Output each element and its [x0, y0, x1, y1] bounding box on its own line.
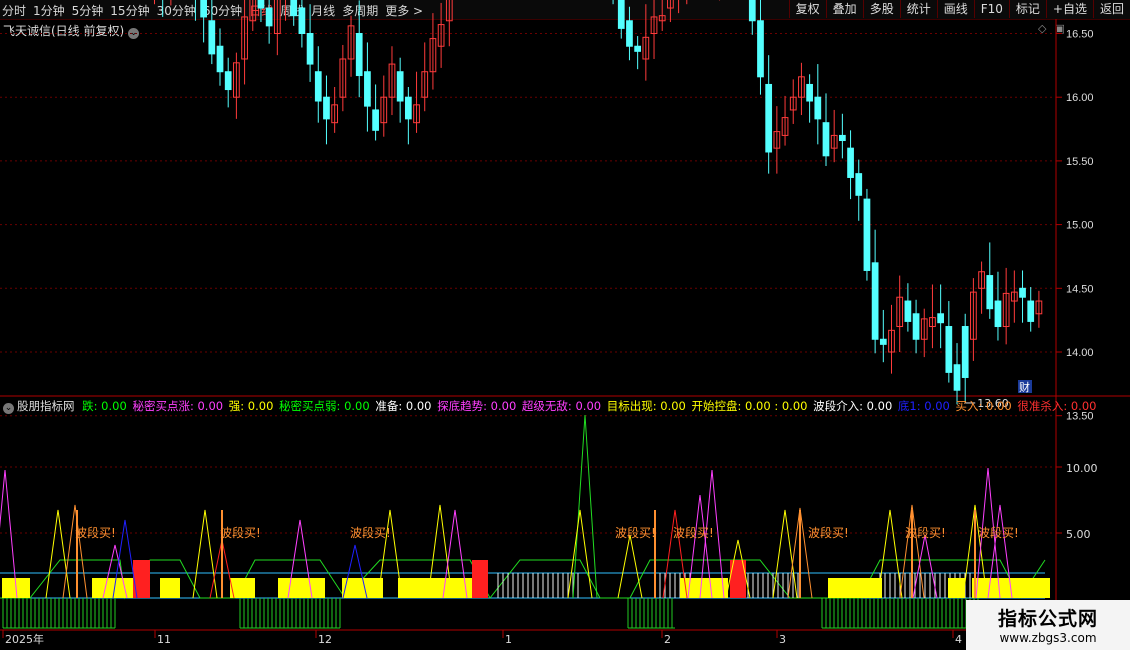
watermark-title: 指标公式网 [997, 608, 1098, 630]
candle-body [879, 338, 887, 345]
candle-body [290, 0, 298, 17]
signal-label: 波段买! [673, 525, 714, 540]
candle-body [871, 262, 879, 340]
candle-body [953, 364, 961, 391]
price-label: 15.50 [1066, 156, 1094, 168]
date-label: 4 [955, 633, 962, 646]
date-label: 12 [318, 633, 332, 646]
candle-body [1027, 300, 1035, 322]
yellow-block [828, 578, 882, 598]
date-label: 2 [664, 633, 671, 646]
indicator-spike [62, 504, 88, 599]
candle-body [634, 45, 642, 52]
indicator-field: 买入: 0.00 [951, 399, 1012, 413]
candle-body [216, 45, 224, 73]
price-label: 14.50 [1066, 283, 1094, 295]
price-label: 16.50 [1066, 29, 1094, 41]
red-block [472, 560, 488, 598]
indicator-field: 开始控盘: 0.00 : 0.00 [687, 399, 808, 413]
candle-body [306, 33, 314, 65]
candle-body [961, 326, 969, 378]
signal-label: 波段买! [350, 525, 391, 540]
candle-body [855, 173, 863, 196]
yellow-block [398, 578, 480, 598]
candle-body [617, 0, 625, 29]
candle-body [224, 71, 232, 91]
date-label: 11 [157, 633, 171, 646]
candle-body [806, 83, 813, 102]
indicator-field: 超级无敌: 0.00 [518, 399, 602, 413]
candle-body [904, 300, 912, 322]
indicator-spike [617, 534, 643, 599]
candle-body [847, 147, 854, 178]
yellow-block [278, 578, 325, 598]
candle-body [396, 71, 404, 102]
candle-body [986, 275, 994, 310]
candle-body [994, 300, 1002, 328]
indicator-spike [567, 509, 593, 599]
candle-body [814, 96, 822, 120]
signal-label: 波段买! [220, 525, 261, 540]
cai-label: 财 [1019, 380, 1030, 394]
indicator-name[interactable]: ⌄ 股朋指标网 [3, 399, 77, 414]
indicator-field: 准备: 0.00 [371, 399, 432, 413]
signal-label: 波段买! [75, 525, 116, 540]
date-label: 1 [505, 633, 512, 646]
date-label: 3 [779, 633, 786, 646]
price-label: 15.00 [1066, 220, 1094, 232]
yellow-block [342, 578, 383, 598]
date-label: 2025年 [5, 632, 44, 646]
candle-body [404, 96, 412, 120]
indicator-field: 探底趋势: 0.00 [433, 399, 517, 413]
indicator-field: 底1: 0.00 [894, 399, 950, 413]
indicator-field: 强: 0.00 [225, 399, 274, 413]
candle-body [912, 313, 920, 340]
candle-body [748, 0, 756, 22]
signal-label: 波段买! [905, 525, 946, 540]
watermark-url: www.zbgs3.com [999, 631, 1097, 645]
kline-chart: 18.5018.0017.5017.0016.5016.0015.5015.00… [0, 0, 1130, 646]
candle-body [208, 20, 216, 55]
candle-body [822, 122, 830, 157]
indicator-field: 目标出现: 0.00 [603, 399, 686, 413]
candle-body [937, 313, 945, 324]
candle-body [323, 96, 330, 120]
indicator-field: 跌: 0.00 [78, 399, 127, 413]
red-block [133, 560, 150, 598]
candle-body [626, 20, 633, 47]
candle-body [265, 7, 273, 27]
candle-body [757, 20, 764, 78]
candle-body [945, 326, 953, 373]
indicator-axis-label: 5.00 [1066, 528, 1091, 541]
indicator-field: 秘密买点弱: 0.00 [275, 399, 370, 413]
candle-body [200, 0, 207, 18]
watermark: 指标公式网 www.zbgs3.com [966, 600, 1130, 650]
candle-body [314, 71, 322, 102]
yellow-block [160, 578, 180, 598]
yellow-block [948, 578, 965, 598]
signal-label: 波段买! [978, 525, 1019, 540]
yellow-block [680, 578, 728, 598]
signal-label: 波段买! [615, 525, 656, 540]
indicator-spike [192, 509, 218, 599]
candle-body [364, 71, 371, 107]
candle-body [839, 134, 846, 142]
candle-body [257, 0, 265, 9]
candle-body [765, 83, 773, 153]
candle-body [298, 7, 306, 34]
signal-label: 波段买! [808, 525, 849, 540]
price-label: 14.00 [1066, 347, 1094, 359]
indicator-axis-label: 10.00 [1066, 462, 1098, 475]
indicator-field: 波段介入: 0.00 [809, 399, 893, 413]
price-label: 16.00 [1066, 92, 1094, 104]
candle-body [372, 109, 379, 131]
candle-body [355, 33, 363, 77]
indicator-field: 秘密买点涨: 0.00 [128, 399, 224, 413]
candle-body [863, 198, 871, 271]
indicator-field: 很准杀入: 0.00 [1013, 399, 1097, 413]
candle-body [1019, 287, 1026, 298]
indicator-header: ⌄ 股朋指标网 跌: 0.00 秘密买点涨: 0.00 强: 0.00 秘密买点弱… [3, 398, 1098, 414]
indicator-spike [45, 509, 71, 599]
